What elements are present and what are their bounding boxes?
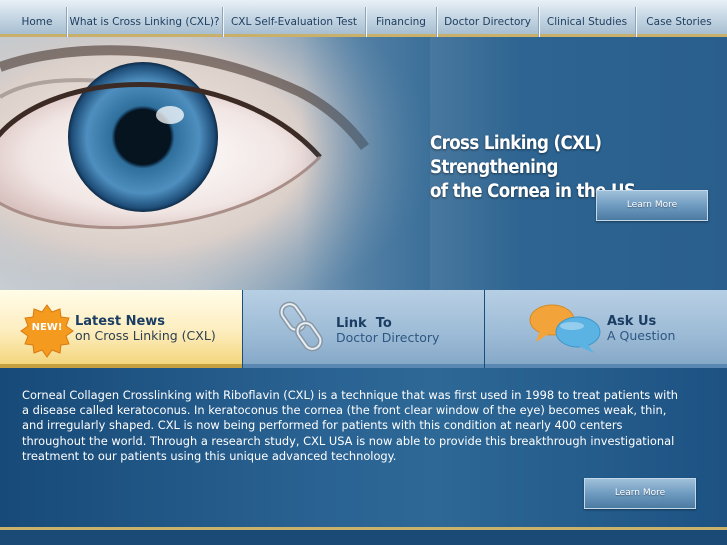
doctor-directory-panel[interactable]: Link To Doctor Directory — [243, 290, 484, 368]
footer-band — [0, 530, 727, 545]
hero-learn-more-button[interactable]: Learn More — [596, 190, 708, 221]
ask-question-subtitle: A Question — [607, 328, 676, 343]
latest-news-panel[interactable]: NEW! Latest News on Cross Linking (CXL) — [0, 290, 242, 368]
nav-clinical-studies[interactable]: Clinical Studies — [539, 0, 635, 34]
ask-question-panel[interactable]: Ask Us A Question — [485, 290, 727, 368]
speech-bubbles-icon — [529, 304, 601, 353]
nav-what-is-cxl[interactable]: What is Cross Linking (CXL)? — [67, 0, 222, 34]
content-learn-more-button[interactable]: Learn More — [584, 478, 696, 509]
nav-doctor-directory[interactable]: Doctor Directory — [437, 0, 538, 34]
nav-home[interactable]: Home — [8, 0, 66, 34]
hero-title-line-1: Cross Linking (CXL) Strengthening — [430, 133, 602, 178]
nav-case-stories[interactable]: Case Stories — [636, 0, 722, 34]
chain-link-icon — [279, 301, 323, 352]
latest-news-subtitle: on Cross Linking (CXL) — [75, 328, 216, 343]
eye-image — [0, 37, 430, 290]
intro-paragraph: Corneal Collagen Crosslinking with Ribof… — [22, 388, 679, 463]
ask-us-title: Ask Us — [607, 314, 657, 329]
nav-self-evaluation-test[interactable]: CXL Self-Evaluation Test — [223, 0, 365, 34]
link-to-title: Link To — [336, 316, 392, 331]
doctor-directory-subtitle: Doctor Directory — [336, 330, 440, 345]
intro-section: Corneal Collagen Crosslinking with Ribof… — [0, 368, 727, 545]
latest-news-title: Latest News — [75, 314, 166, 329]
nav-financing[interactable]: Financing — [366, 0, 436, 34]
top-navigation: Home What is Cross Linking (CXL)? CXL Se… — [0, 0, 727, 37]
feature-panels: NEW! Latest News on Cross Linking (CXL) … — [0, 290, 727, 368]
new-badge-label: NEW! — [31, 322, 63, 333]
hero-banner: Cross Linking (CXL) Strengthening of the… — [0, 37, 727, 290]
